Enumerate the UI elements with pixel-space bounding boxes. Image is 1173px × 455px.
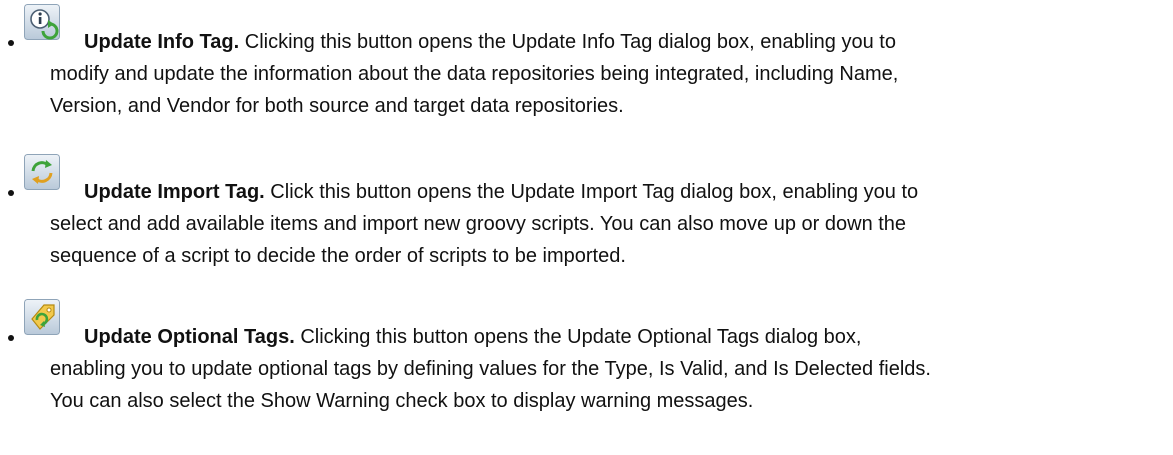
item-description: Update Info Tag. Clicking this button op… bbox=[50, 26, 1164, 122]
item-line: Click this button opens the Update Impor… bbox=[264, 181, 919, 203]
item-line: enabling you to update optional tags by … bbox=[50, 358, 931, 380]
item-line: Clicking this button opens the Update In… bbox=[239, 31, 896, 53]
bullet bbox=[8, 40, 14, 46]
item-description: Update Import Tag. Click this button ope… bbox=[50, 176, 1164, 272]
item-line: Clicking this button opens the Update Op… bbox=[294, 326, 862, 348]
item-line: Version, and Vendor for both source and … bbox=[50, 95, 624, 117]
item-line: You can also select the Show Warning che… bbox=[50, 390, 754, 412]
item-term: Update Optional Tags. bbox=[84, 326, 295, 348]
item-line: sequence of a script to decide the order… bbox=[50, 245, 626, 267]
bullet bbox=[8, 190, 14, 196]
item-line: select and add available items and impor… bbox=[50, 213, 907, 235]
document: Update Info Tag. Clicking this button op… bbox=[0, 0, 1173, 455]
item-description: Update Optional Tags. Clicking this butt… bbox=[50, 321, 1164, 417]
item-line: modify and update the information about … bbox=[50, 63, 899, 85]
item-term: Update Info Tag. bbox=[84, 31, 240, 53]
bullet bbox=[8, 335, 14, 341]
item-term: Update Import Tag. bbox=[84, 181, 265, 203]
